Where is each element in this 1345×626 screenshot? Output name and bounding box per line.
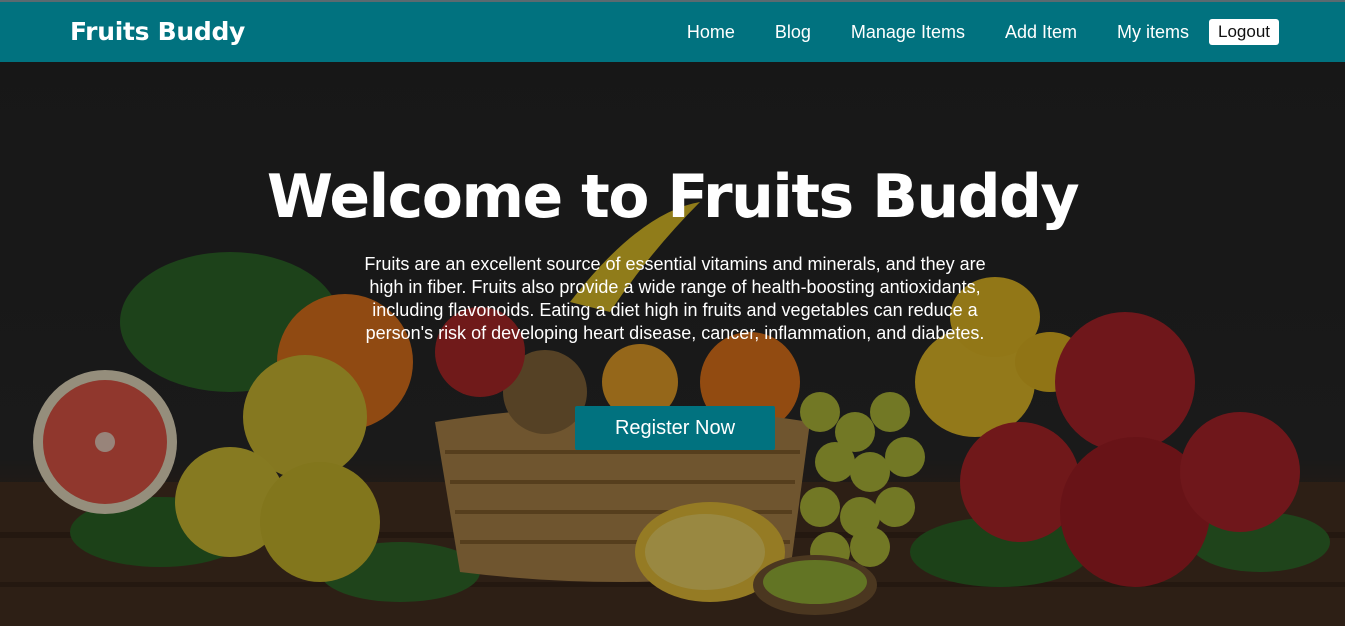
nav-add-item-link[interactable]: Add Item xyxy=(1005,18,1077,46)
nav-manage-items-link[interactable]: Manage Items xyxy=(851,18,965,46)
nav-my-items-link[interactable]: My items xyxy=(1117,18,1189,46)
nav-blog-link[interactable]: Blog xyxy=(775,18,811,46)
brand-logo[interactable]: Fruits Buddy xyxy=(70,18,245,46)
register-now-button[interactable]: Register Now xyxy=(575,406,775,450)
hero-description: Fruits are an excellent source of essent… xyxy=(364,254,986,343)
logout-button[interactable]: Logout xyxy=(1209,19,1279,45)
hero-title: Welcome to Fruits Buddy xyxy=(266,162,1080,232)
hero-banner: Welcome to Fruits Buddy Fruits are an ex… xyxy=(0,62,1345,626)
nav-home-link[interactable]: Home xyxy=(687,18,735,46)
navbar: Fruits Buddy Home Blog Manage Items Add … xyxy=(0,2,1345,62)
nav-links: Home Blog Manage Items Add Item My items… xyxy=(687,18,1279,46)
